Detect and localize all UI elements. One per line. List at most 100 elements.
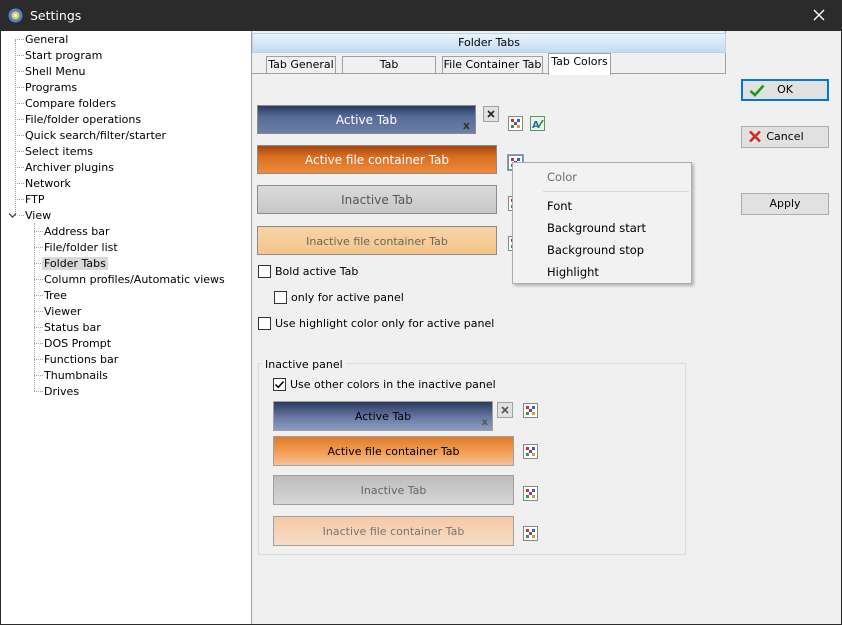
color-palette-icon[interactable] [523,444,538,459]
swatch-close-mark: x [462,119,470,132]
active-file-container-swatch[interactable]: Active file container Tab [257,145,497,174]
inactive-panel-active-tab-swatch[interactable]: Active Tab x [273,401,493,431]
tree-item-status-bar[interactable]: Status bar [42,320,103,336]
cancel-button[interactable]: Cancel [741,126,829,148]
tree-item-label: Thumbnails [44,369,108,382]
tree-item-select-items[interactable]: Select items [23,144,95,160]
tree-item-file-folder-list[interactable]: File/folder list [42,240,120,256]
tree-item-archiver-plugins[interactable]: Archiver plugins [23,160,116,176]
menu-item-font[interactable]: Font [547,199,572,213]
swatch-label: Inactive Tab [341,193,413,207]
tree-item-viewer[interactable]: Viewer [42,304,83,320]
swatch-close-mark: x [481,417,488,428]
menu-item-background-start[interactable]: Background start [547,221,646,235]
swatch-label: Active file container Tab [327,445,460,458]
active-tab-swatch[interactable]: Active Tab x [257,105,476,134]
tree-item-column-profiles[interactable]: Column profiles/Automatic views [42,272,227,288]
tree-item-view[interactable]: View [23,208,53,224]
tree-item-programs[interactable]: Programs [23,80,79,96]
ok-button[interactable]: OK [741,79,829,101]
tree-item-dos-prompt[interactable]: DOS Prompt [42,336,113,352]
checkmark-icon [274,380,285,389]
tree-item-network[interactable]: Network [23,176,73,192]
tree-item-label: File/folder operations [25,113,142,126]
tree-line [34,223,35,391]
tree-line [15,40,16,216]
tree-item-quick-search[interactable]: Quick search/filter/starter [23,128,168,144]
tree-item-drives[interactable]: Drives [42,384,81,400]
settings-panel: Folder Tabs Tab General Tab Management F… [252,31,726,624]
tab-file-container[interactable]: File Container Tab [442,56,543,74]
tree-item-label: Start program [25,49,103,62]
tree-item-label: Tree [44,289,67,302]
tree-item-file-folder-operations[interactable]: File/folder operations [23,112,143,128]
close-icon [813,9,825,21]
tree-item-label: View [25,209,52,222]
close-button-toggle[interactable] [483,106,499,122]
tree-item-compare-folders[interactable]: Compare folders [23,96,118,112]
tree-item-label: Address bar [44,225,110,238]
ok-button-label: OK [777,83,793,96]
tree-item-label: Status bar [44,321,101,334]
tree-item-shell-menu[interactable]: Shell Menu [23,64,88,80]
swatch-label: Active file container Tab [304,153,449,167]
close-button-toggle[interactable] [497,402,513,418]
tree-item-label: File/folder list [44,241,118,254]
tree-item-general[interactable]: General [23,32,70,48]
inactive-panel-inactive-tab-swatch[interactable]: Inactive Tab [273,475,514,505]
tree-item-label: Column profiles/Automatic views [44,273,225,286]
close-button[interactable] [796,0,842,31]
tree-item-folder-tabs[interactable]: Folder Tabs [42,256,108,272]
tab-colors[interactable]: Tab Colors [548,53,611,75]
menu-item-highlight[interactable]: Highlight [547,265,599,279]
section-header: Folder Tabs [252,33,726,53]
tree-item-label: Select items [25,145,94,158]
only-active-panel-checkbox[interactable] [274,291,287,304]
tab-management[interactable]: Tab Management [342,56,436,87]
color-context-menu: Color Font Background start Background s… [512,162,692,284]
inactive-file-container-swatch[interactable]: Inactive file container Tab [257,226,497,255]
inactive-panel-inactive-file-container-swatch[interactable]: Inactive file container Tab [273,516,514,546]
color-palette-icon[interactable] [523,526,538,541]
tab-general[interactable]: Tab General [266,56,336,74]
swatch-label: Active Tab [335,113,398,127]
tree-item-functions-bar[interactable]: Functions bar [42,352,120,368]
chevron-down-icon[interactable] [8,209,17,222]
tree-item-label: Shell Menu [25,65,86,78]
inactive-panel-title: Inactive panel [262,359,346,370]
tree-item-tree[interactable]: Tree [42,288,69,304]
tree-item-label: FTP [25,193,45,206]
window-frame [0,31,1,625]
swatch-label: Active Tab [354,410,412,423]
tree-item-start-program[interactable]: Start program [23,48,104,64]
window-title: Settings [30,8,82,23]
close-icon [501,406,509,414]
tree-item-label: DOS Prompt [44,337,112,350]
highlight-active-panel-checkbox[interactable] [258,317,271,330]
tree-item-label: Functions bar [44,353,119,366]
swatch-label: Inactive Tab [360,484,427,497]
inactive-tab-swatch[interactable]: Inactive Tab [257,185,497,214]
bold-active-tab-checkbox[interactable] [258,265,271,278]
apply-button-label: Apply [769,197,801,210]
cancel-x-icon [748,130,762,150]
color-palette-icon[interactable] [523,486,538,501]
tree-item-label: General [25,33,69,46]
menu-item-background-stop[interactable]: Background stop [547,243,644,257]
tree-item-thumbnails[interactable]: Thumbnails [42,368,110,384]
use-other-colors-checkbox[interactable] [273,378,286,391]
font-color-icon[interactable]: A [530,116,545,131]
title-bar: Settings [0,0,842,31]
inactive-panel-active-file-container-swatch[interactable]: Active file container Tab [273,436,514,466]
only-active-panel-label: only for active panel [291,291,404,304]
tree-item-address-bar[interactable]: Address bar [42,224,112,240]
close-icon [487,110,495,118]
tree-item-label: Archiver plugins [25,161,114,174]
color-palette-icon[interactable] [508,116,523,131]
apply-button[interactable]: Apply [741,193,829,215]
tree-item-ftp[interactable]: FTP [23,192,47,208]
tab-colors-panel: Active Tab x A Active file container Tab… [252,73,726,624]
tree-item-label: Drives [44,385,80,398]
tree-item-label: Compare folders [25,97,117,110]
color-palette-icon[interactable] [523,403,538,418]
